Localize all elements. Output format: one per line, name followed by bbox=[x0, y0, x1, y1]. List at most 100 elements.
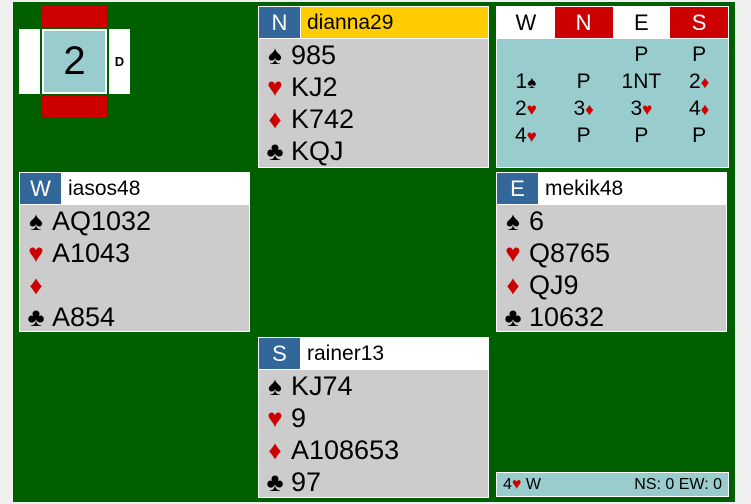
cards[interactable]: A108653 bbox=[291, 435, 399, 466]
player-name-west[interactable]: iasos48 bbox=[62, 173, 249, 204]
auction-call: 4♥ bbox=[514, 124, 537, 147]
auction-call: P bbox=[634, 124, 649, 147]
cards[interactable]: KJ2 bbox=[291, 72, 338, 103]
spade-icon: ♠ bbox=[268, 370, 282, 401]
cards[interactable]: 10632 bbox=[529, 302, 604, 333]
diamond-icon: ♦ bbox=[700, 73, 710, 92]
heart-icon: ♥ bbox=[28, 237, 44, 268]
heart-icon: ♥ bbox=[267, 402, 283, 433]
auction-call: 4♦ bbox=[688, 97, 710, 120]
cards[interactable]: KQJ bbox=[291, 136, 344, 167]
seat-label-west: W bbox=[20, 173, 62, 204]
cards[interactable]: KJ74 bbox=[291, 371, 353, 402]
auction-header-west: W bbox=[497, 7, 555, 38]
hearts-row: ♥ 9 bbox=[259, 402, 488, 434]
auction-call: 1NT bbox=[621, 70, 662, 93]
south-hand: Srainer13 ♠ KJ74 ♥ 9 ♦ A108653 ♣ 97 bbox=[258, 337, 489, 498]
auction-call: P bbox=[692, 43, 707, 66]
cards[interactable]: 6 bbox=[529, 206, 544, 237]
heart-icon: ♥ bbox=[505, 237, 521, 268]
west-vulnerability-bar bbox=[19, 29, 40, 94]
heart-icon: ♥ bbox=[642, 100, 653, 119]
diamonds-row: ♦ QJ9 bbox=[497, 269, 726, 301]
diamonds-row: ♦ A108653 bbox=[259, 434, 488, 466]
auction-header-south: S bbox=[670, 7, 728, 38]
auction-call: P bbox=[634, 43, 649, 66]
west-hand: Wiasos48 ♠ AQ1032 ♥ A1043 ♦ ♣ A854 bbox=[19, 172, 250, 332]
spade-icon: ♠ bbox=[29, 205, 43, 236]
cards[interactable]: AQ1032 bbox=[52, 206, 151, 237]
cards[interactable]: 985 bbox=[291, 40, 336, 71]
dealer-marker: D bbox=[109, 29, 130, 94]
cards[interactable]: A854 bbox=[52, 302, 115, 333]
hearts-row: ♥ Q8765 bbox=[497, 237, 726, 269]
auction-call: P bbox=[576, 70, 591, 93]
spades-row: ♠ AQ1032 bbox=[20, 205, 249, 237]
bridge-table: D 2 Ndianna29 ♠ 985 ♥ KJ2 ♦ K742 ♣ KQJ Wiaso… bbox=[13, 2, 735, 502]
club-icon: ♣ bbox=[266, 135, 284, 166]
auction-call: 1♠ bbox=[515, 70, 537, 93]
auction-call: P bbox=[692, 124, 707, 147]
board-number: 2 bbox=[44, 31, 105, 92]
spade-icon: ♠ bbox=[527, 73, 537, 92]
heart-icon: ♥ bbox=[511, 475, 522, 493]
contract: 4♥ W bbox=[503, 476, 541, 494]
auction-header: W N E S bbox=[497, 7, 728, 39]
score: NS: 0 EW: 0 bbox=[634, 475, 722, 493]
diamonds-row: ♦ K742 bbox=[259, 103, 488, 135]
diamond-icon: ♦ bbox=[268, 434, 282, 465]
player-name-south[interactable]: rainer13 bbox=[301, 338, 488, 369]
club-icon: ♣ bbox=[27, 301, 45, 332]
north-hand: Ndianna29 ♠ 985 ♥ KJ2 ♦ K742 ♣ KQJ bbox=[258, 6, 489, 168]
status-bar: 4♥ W NS: 0 EW: 0 bbox=[496, 472, 729, 497]
auction-header-east: E bbox=[612, 7, 671, 38]
cards[interactable]: 97 bbox=[291, 467, 321, 498]
clubs-row: ♣ KQJ bbox=[259, 135, 488, 167]
cards[interactable]: Q8765 bbox=[529, 238, 610, 269]
auction-call: 2♦ bbox=[688, 70, 710, 93]
hearts-row: ♥ A1043 bbox=[20, 237, 249, 269]
clubs-row: ♣ A854 bbox=[20, 301, 249, 333]
cards[interactable]: 9 bbox=[291, 403, 306, 434]
hearts-row: ♥ KJ2 bbox=[259, 71, 488, 103]
contract-level: 4 bbox=[503, 475, 512, 493]
diamonds-row: ♦ bbox=[20, 269, 249, 301]
auction-call: 3♦ bbox=[573, 97, 594, 120]
seat-label-east: E bbox=[497, 173, 539, 204]
auction-header-north: N bbox=[554, 7, 613, 38]
spade-icon: ♠ bbox=[268, 39, 282, 70]
club-icon: ♣ bbox=[266, 466, 284, 497]
heart-icon: ♥ bbox=[267, 71, 283, 102]
spade-icon: ♠ bbox=[506, 205, 520, 236]
declarer: W bbox=[525, 475, 541, 493]
spades-row: ♠ 6 bbox=[497, 205, 726, 237]
east-hand: Emekik48 ♠ 6 ♥ Q8765 ♦ QJ9 ♣ 10632 bbox=[496, 172, 727, 332]
auction-call bbox=[555, 41, 613, 68]
auction-call: P bbox=[576, 124, 591, 147]
cards[interactable]: K742 bbox=[291, 104, 354, 135]
auction-calls: P P 1♠ P 1NT 2♦ 2♥ 3♦ 3♥ 4♦ 4♥ P P P bbox=[497, 39, 728, 149]
clubs-row: ♣ 10632 bbox=[497, 301, 726, 333]
diamond-icon: ♦ bbox=[268, 103, 282, 134]
auction-call: 2♥ bbox=[514, 97, 537, 120]
player-name-north[interactable]: dianna29 bbox=[301, 7, 488, 38]
club-icon: ♣ bbox=[504, 301, 522, 332]
diamond-icon: ♦ bbox=[700, 100, 710, 119]
diamond-icon: ♦ bbox=[585, 100, 594, 119]
south-vulnerability-bar bbox=[42, 96, 107, 117]
spades-row: ♠ KJ74 bbox=[259, 370, 488, 402]
clubs-row: ♣ 97 bbox=[259, 466, 488, 498]
cards[interactable]: QJ9 bbox=[529, 270, 579, 301]
heart-icon: ♥ bbox=[526, 100, 537, 119]
auction-box: W N E S P P 1♠ P 1NT 2♦ 2♥ 3♦ 3♥ 4♦ 4♥ P P P bbox=[496, 6, 729, 168]
auction-call: 3♥ bbox=[630, 97, 653, 120]
seat-label-south: S bbox=[259, 338, 301, 369]
heart-icon: ♥ bbox=[526, 127, 537, 146]
player-name-east[interactable]: mekik48 bbox=[539, 173, 726, 204]
cards[interactable]: A1043 bbox=[52, 238, 130, 269]
diamond-icon: ♦ bbox=[29, 269, 43, 300]
spades-row: ♠ 985 bbox=[259, 39, 488, 71]
auction-call bbox=[497, 41, 555, 68]
north-vulnerability-bar bbox=[42, 6, 107, 27]
seat-label-north: N bbox=[259, 7, 301, 38]
